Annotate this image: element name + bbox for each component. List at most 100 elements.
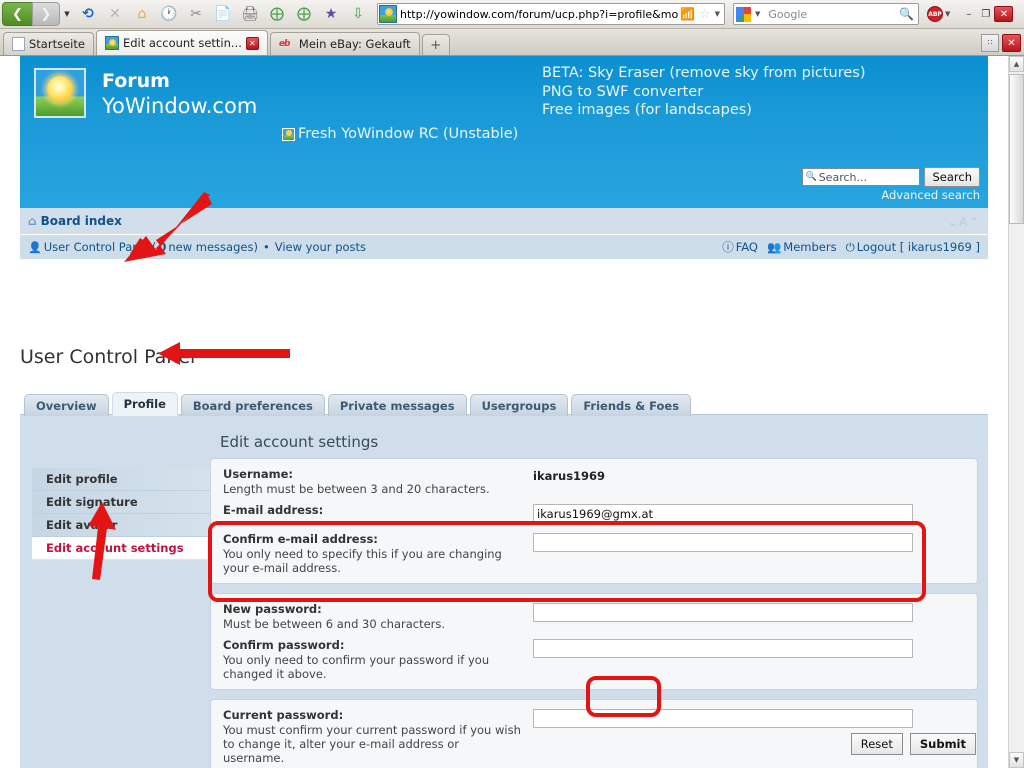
tab-grid-icon[interactable]: ∷ — [981, 34, 999, 52]
url-text[interactable]: http://yowindow.com/forum/ucp.php?i=prof… — [400, 8, 678, 21]
adblock-dropdown-icon[interactable]: ▼ — [943, 10, 954, 18]
forum-logo-icon[interactable] — [34, 68, 86, 118]
font-size-control[interactable]: ⌄A⌃ — [948, 214, 981, 229]
header-link-png-to-swf[interactable]: PNG to SWF converter — [542, 83, 866, 102]
username-value-wrap: ikarus1969 — [533, 467, 965, 485]
sidebar-item-edit-profile[interactable]: Edit profile — [32, 468, 213, 491]
browser-tab-startseite[interactable]: Startseite — [3, 32, 94, 55]
account-settings-form: Username: Length must be between 3 and 2… — [210, 458, 978, 768]
submit-button[interactable]: Submit — [910, 733, 976, 755]
new-window-icon[interactable]: ⨁ — [291, 2, 317, 26]
fieldset-account-identity: Username: Length must be between 3 and 2… — [210, 458, 978, 584]
page-viewport: Forum YoWindow.com Fresh YoWindow RC (Un… — [0, 56, 1024, 768]
copy-icon[interactable]: 📄 — [210, 2, 236, 26]
ucp-panel: Edit account settings Edit profile Edit … — [20, 414, 988, 768]
row-new-password: New password: Must be between 6 and 30 c… — [223, 602, 965, 631]
header-link-free-images[interactable]: Free images (for landscapes) — [542, 101, 866, 120]
header-promo-links: BETA: Sky Eraser (remove sky from pictur… — [542, 64, 866, 120]
minimize-button[interactable]: – — [960, 6, 977, 22]
spacer — [223, 525, 965, 532]
confirm-password-hint-line1: You only need to confirm your password i… — [223, 653, 533, 667]
history-icon[interactable]: 🕐 — [156, 2, 182, 26]
browser-tab-mein-ebay[interactable]: eb Mein eBay: Gekauft — [270, 32, 420, 55]
tab-usergroups[interactable]: Usergroups — [470, 394, 569, 416]
bookmarks-icon[interactable]: ★ — [318, 2, 344, 26]
nav-link-view-your-posts[interactable]: View your posts — [275, 240, 366, 254]
nav-link-members[interactable]: 👥 Members — [767, 240, 837, 254]
back-icon[interactable]: ❮ — [2, 2, 32, 26]
search-placeholder: Search... — [819, 171, 867, 184]
ucp-tab-bar: Overview Profile Board preferences Priva… — [24, 392, 691, 416]
confirm-email-field[interactable] — [533, 533, 913, 552]
confirm-password-field[interactable] — [533, 639, 913, 658]
tab-overview[interactable]: Overview — [24, 394, 109, 416]
scrollbar-thumb[interactable] — [1009, 74, 1024, 224]
restore-button[interactable]: ❐ — [977, 6, 994, 22]
row-confirm-email: Confirm e-mail address: You only need to… — [223, 532, 965, 575]
new-tab-button[interactable]: + — [422, 34, 450, 55]
bookmark-star-icon[interactable]: ☆ — [697, 7, 713, 22]
current-password-hint-line2: to change it, alter your e-mail address … — [223, 737, 533, 751]
search-input[interactable]: Google — [764, 8, 899, 21]
brand-line-2: YoWindow.com — [102, 93, 257, 119]
reload-icon[interactable]: ⟲ — [75, 2, 101, 26]
tab-friends-and-foes[interactable]: Friends & Foes — [571, 394, 691, 416]
browser-search-box[interactable]: ▼ Google 🔍 — [733, 3, 919, 25]
address-bar[interactable]: http://yowindow.com/forum/ucp.php?i=prof… — [377, 3, 725, 25]
search-icon[interactable]: 🔍 — [899, 7, 918, 21]
tab-label: Edit account settin... — [123, 36, 242, 50]
reset-button[interactable]: Reset — [851, 733, 903, 755]
close-tab-icon[interactable]: ✕ — [1002, 34, 1021, 52]
scroll-down-icon[interactable]: ▼ — [1009, 752, 1024, 768]
email-control: ikarus1969@gmx.at — [533, 503, 965, 523]
nav-link-user-control-panel[interactable]: 👤 User Control Panel ( 0 new messages) — [28, 240, 258, 254]
sidebar-item-edit-avatar[interactable]: Edit avatar — [32, 514, 213, 537]
breadcrumb-board-index[interactable]: ⌂ Board index — [28, 214, 122, 228]
new-tab-icon[interactable]: ⨁ — [264, 2, 290, 26]
home-icon[interactable]: ⌂ — [129, 2, 155, 26]
breadcrumb-bar: ⌂ Board index ⌄A⌃ — [20, 208, 988, 235]
faq-label: FAQ — [736, 240, 758, 254]
nav-link-logout[interactable]: ⏻ Logout [ ikarus1969 ] — [846, 240, 980, 255]
username-value: ikarus1969 — [533, 468, 965, 485]
scroll-up-icon[interactable]: ▲ — [1009, 56, 1024, 72]
adblock-plus-icon[interactable]: ABP — [927, 6, 943, 22]
forum-banner: Forum YoWindow.com Fresh YoWindow RC (Un… — [20, 56, 988, 208]
forum-brand: Forum YoWindow.com — [102, 70, 257, 119]
email-field[interactable]: ikarus1969@gmx.at — [533, 504, 913, 523]
tab-profile[interactable]: Profile — [112, 392, 178, 416]
forward-icon[interactable]: ❯ — [32, 2, 60, 26]
question-icon: ⓘ — [722, 239, 734, 255]
close-button[interactable]: ✕ — [994, 6, 1013, 22]
toolbar-dropdown-icon[interactable]: ▼ — [60, 2, 74, 26]
header-link-sky-eraser[interactable]: BETA: Sky Eraser (remove sky from pictur… — [542, 64, 866, 83]
search-engine-dropdown-icon[interactable]: ▼ — [753, 10, 764, 18]
new-password-field[interactable] — [533, 603, 913, 622]
rss-icon[interactable]: 📶 — [678, 7, 697, 21]
new-password-hint: Must be between 6 and 30 characters. — [223, 617, 533, 631]
forum-search-input[interactable]: 🔍 Search... — [802, 168, 920, 186]
cut-icon[interactable]: ✂ — [183, 2, 209, 26]
email-label: E-mail address: — [223, 503, 533, 518]
tab-private-messages[interactable]: Private messages — [328, 394, 467, 416]
sidebar-item-edit-account-settings[interactable]: Edit account settings — [32, 537, 213, 560]
browser-tab-edit-account-settings[interactable]: Edit account settin... ✕ — [96, 30, 268, 55]
forum-search-button[interactable]: Search — [924, 167, 980, 187]
stop-icon[interactable]: ✕ — [102, 2, 128, 26]
advanced-search-link[interactable]: Advanced search — [881, 188, 980, 202]
downloads-icon[interactable]: ⇩ — [345, 2, 371, 26]
close-icon[interactable]: ✕ — [246, 37, 259, 50]
current-password-field[interactable] — [533, 709, 913, 728]
username-hint: Length must be between 3 and 20 characte… — [223, 482, 533, 496]
header-link-fresh-rc[interactable]: Fresh YoWindow RC (Unstable) — [282, 126, 518, 142]
new-password-label: New password: — [223, 602, 533, 617]
address-dropdown-icon[interactable]: ▼ — [713, 10, 724, 18]
confirm-password-control — [533, 638, 965, 658]
page-scrollbar[interactable]: ▲ ▼ — [1008, 56, 1024, 768]
nav-link-faq[interactable]: ⓘ FAQ — [722, 239, 758, 255]
print-icon[interactable]: 🖨 — [237, 2, 263, 26]
forum-container: Forum YoWindow.com Fresh YoWindow RC (Un… — [20, 56, 988, 259]
sidebar-item-edit-signature[interactable]: Edit signature — [32, 491, 213, 514]
tab-board-preferences[interactable]: Board preferences — [181, 394, 325, 416]
google-icon — [736, 7, 751, 22]
